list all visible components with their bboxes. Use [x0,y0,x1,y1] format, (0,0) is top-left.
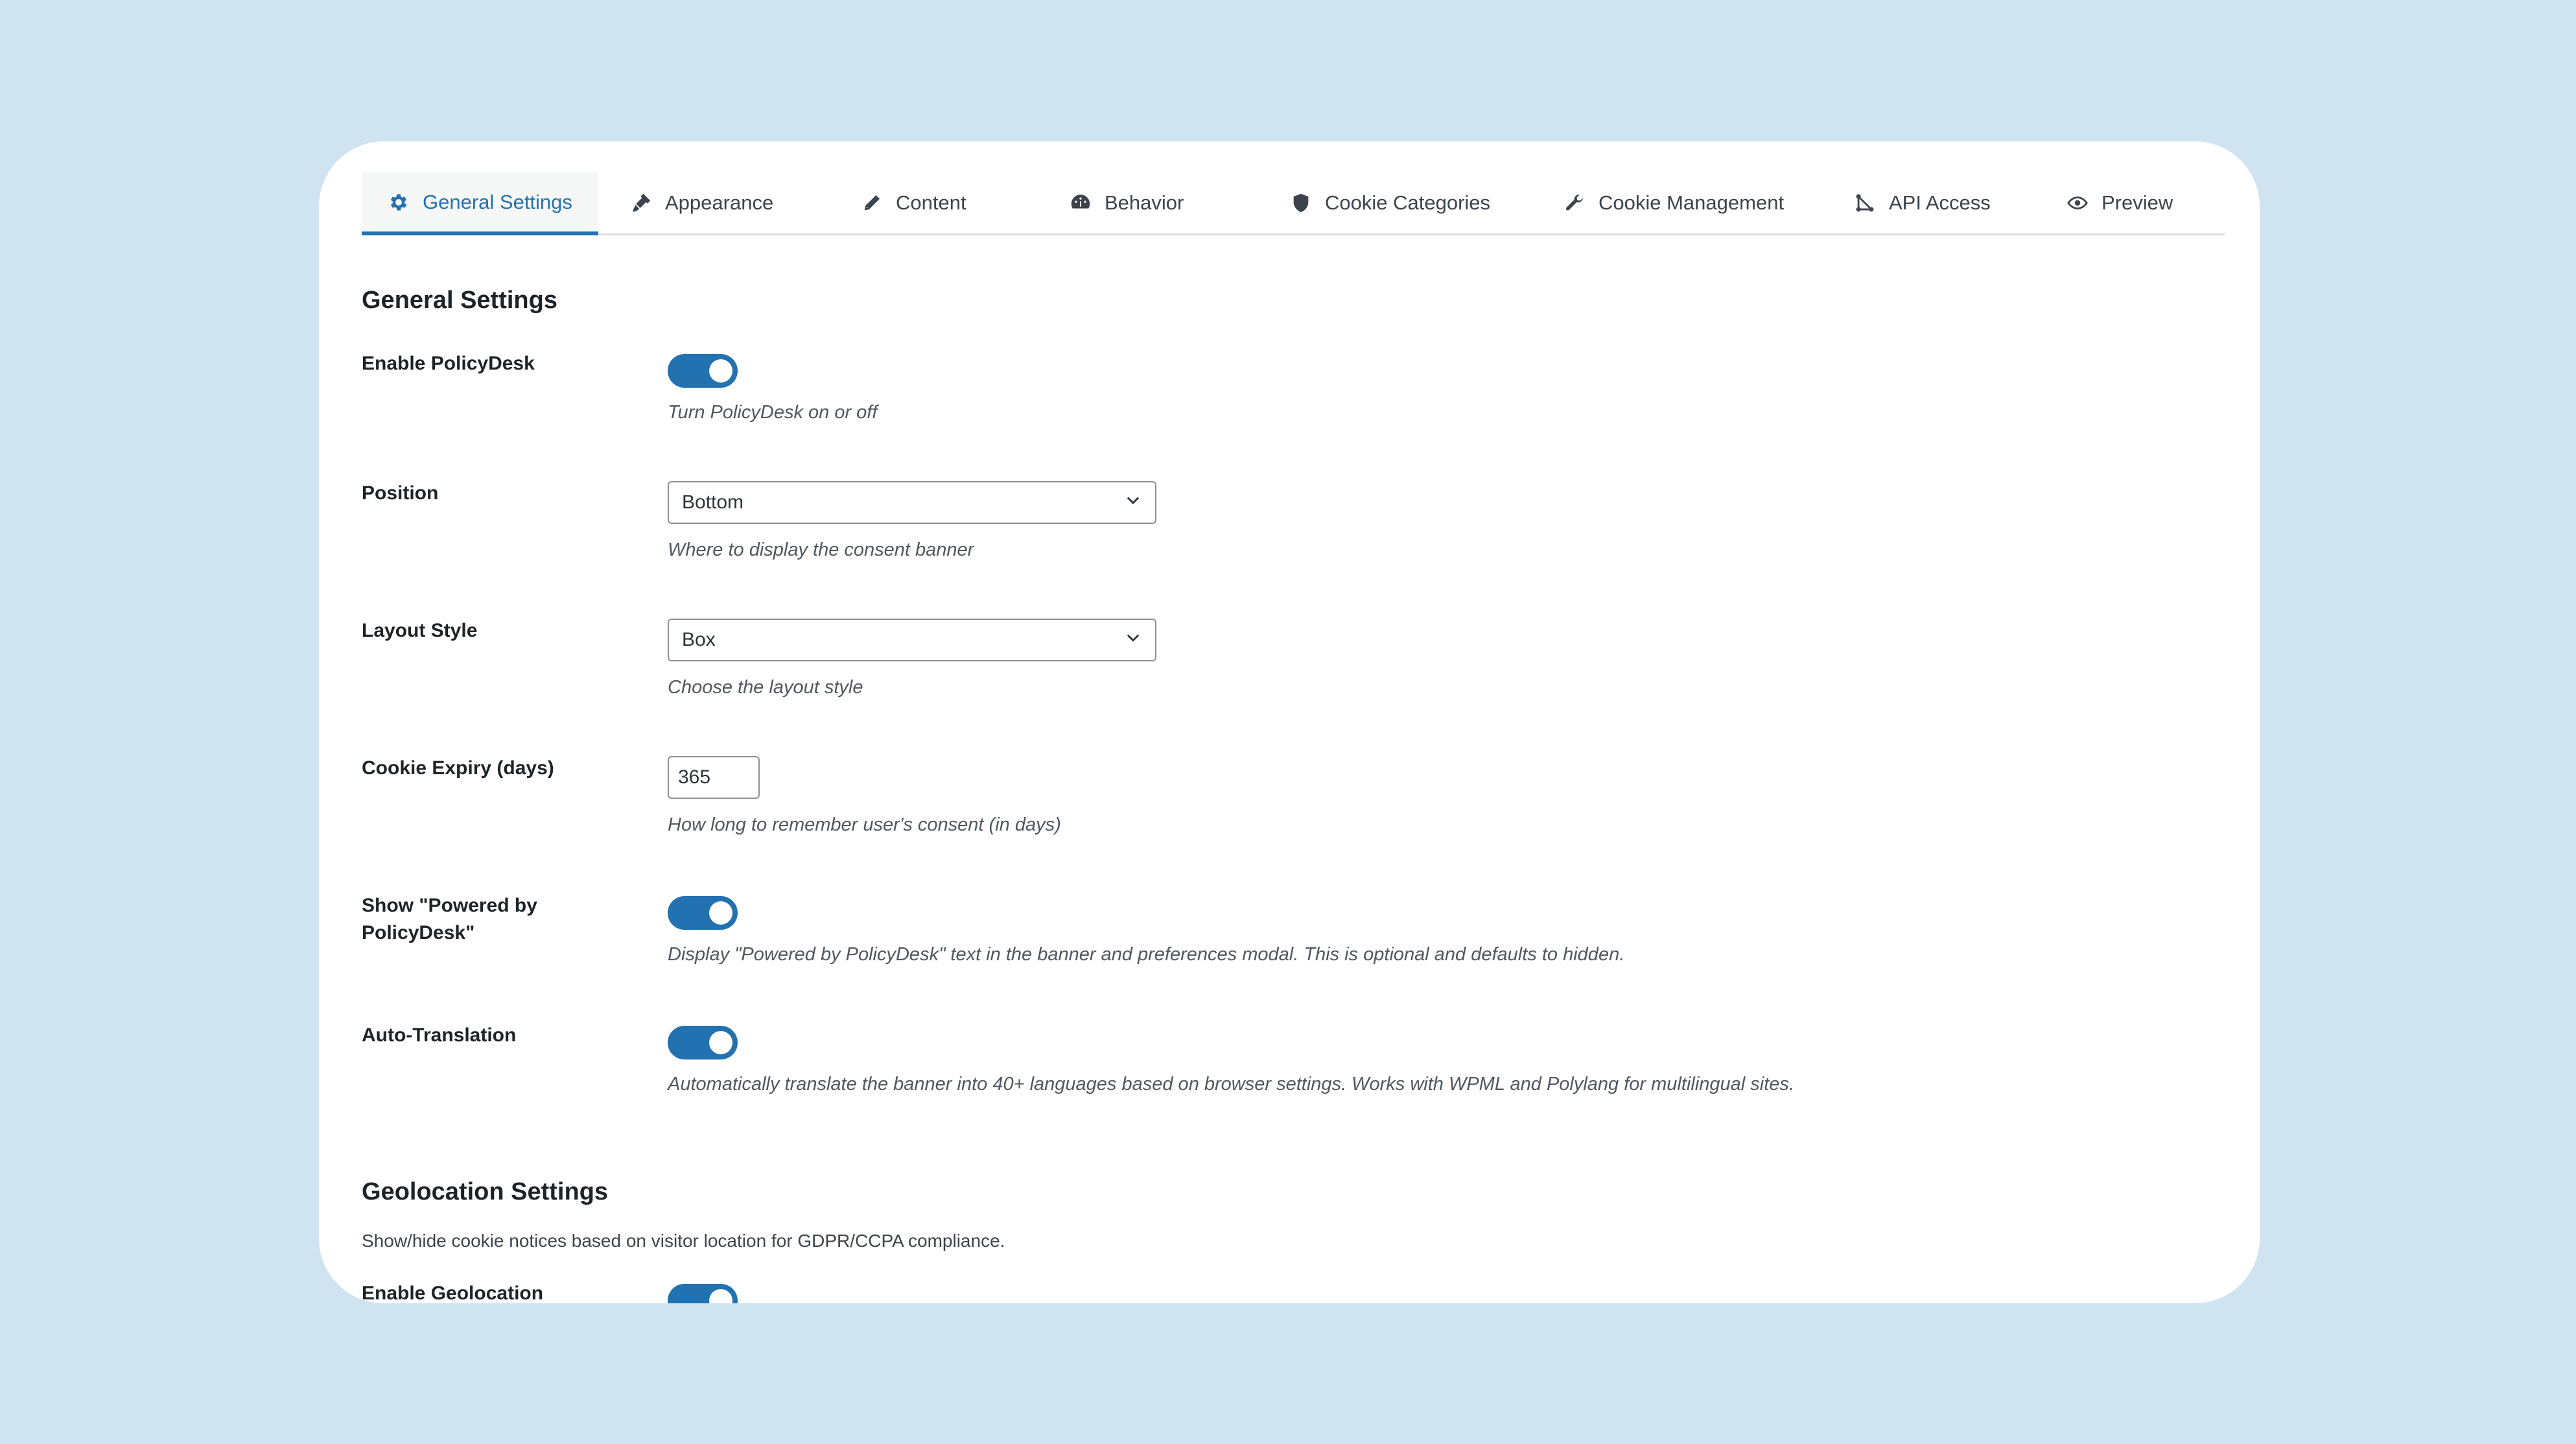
dashboard-icon [1070,192,1092,214]
toggle-knob [709,359,732,383]
enable-description: Turn PolicyDesk on or off [668,402,878,423]
tab-api-access[interactable]: API Access [1828,172,2017,233]
position-label: Position [362,482,439,504]
chevron-down-icon [1124,491,1142,514]
settings-tabs: General Settings Appearance Content Beha… [362,172,2225,235]
tab-label: Preview [2102,191,2173,214]
position-description: Where to display the consent banner [668,539,974,560]
translation-description: Automatically translate the banner into … [668,1074,1794,1095]
translation-label: Auto-Translation [362,1024,517,1046]
powered-label: Show "Powered by PolicyDesk" [362,895,537,943]
powered-toggle[interactable] [668,896,738,930]
tab-label: API Access [1889,191,1991,214]
position-select-value: Bottom [682,491,744,513]
translation-toggle-wrap [668,1026,738,1059]
position-select[interactable]: Bottom [668,481,1156,524]
layout-select-value: Box [682,629,716,650]
geo-detection-toggle[interactable] [668,1284,738,1303]
enable-toggle[interactable] [668,354,738,388]
tab-appearance[interactable]: Appearance [604,172,799,233]
settings-panel: General Settings Appearance Content Beha… [319,141,2260,1303]
gear-icon [388,191,410,213]
geo-description: Show/hide cookie notices based on visito… [362,1231,1005,1251]
section-title-general: General Settings [362,287,557,314]
section-title-geolocation: Geolocation Settings [362,1178,609,1205]
tab-label: General Settings [423,190,572,213]
wrench-icon [1563,192,1586,214]
tab-preview[interactable]: Preview [2041,172,2199,233]
shield-icon [1290,192,1312,214]
layout-field: Box [668,619,1156,661]
enable-label: Enable PolicyDesk [362,353,535,374]
powered-toggle-wrap [668,896,738,930]
layout-description: Choose the layout style [668,677,863,698]
tab-label: Cookie Categories [1325,191,1491,214]
layout-select[interactable]: Box [668,619,1156,661]
toggle-knob [709,1031,732,1054]
tab-cookie-categories[interactable]: Cookie Categories [1264,172,1516,233]
chevron-down-icon [1124,628,1142,652]
tab-content[interactable]: Content [835,172,992,233]
geo-toggle-wrap [668,1284,738,1303]
toggle-knob [709,901,732,925]
expiry-field [668,756,760,799]
settings-content: General Settings Enable PolicyDesk Turn … [362,233,2217,1303]
tab-label: Content [896,191,966,214]
toggle-knob [709,1289,732,1303]
tab-label: Cookie Management [1598,191,1785,214]
expiry-input[interactable] [668,756,760,799]
tab-behavior[interactable]: Behavior [1044,172,1210,233]
translation-toggle[interactable] [668,1026,738,1059]
expiry-description: How long to remember user's consent (in … [668,814,1061,835]
position-field: Bottom [668,481,1156,524]
layout-label: Layout Style [362,620,478,641]
expiry-label: Cookie Expiry (days) [362,757,554,779]
tab-label: Appearance [665,191,774,214]
eye-icon [2067,192,2089,214]
api-icon [1854,192,1876,214]
enable-toggle-wrap [668,354,738,388]
tab-label: Behavior [1105,191,1184,214]
paintbrush-icon [630,192,652,214]
tab-general-settings[interactable]: General Settings [362,172,598,235]
tab-cookie-management[interactable]: Cookie Management [1538,172,1810,233]
geo-detection-label: Enable Geolocation Detection [362,1283,544,1303]
powered-description: Display "Powered by PolicyDesk" text in … [668,944,1625,965]
pencil-icon [861,192,883,214]
